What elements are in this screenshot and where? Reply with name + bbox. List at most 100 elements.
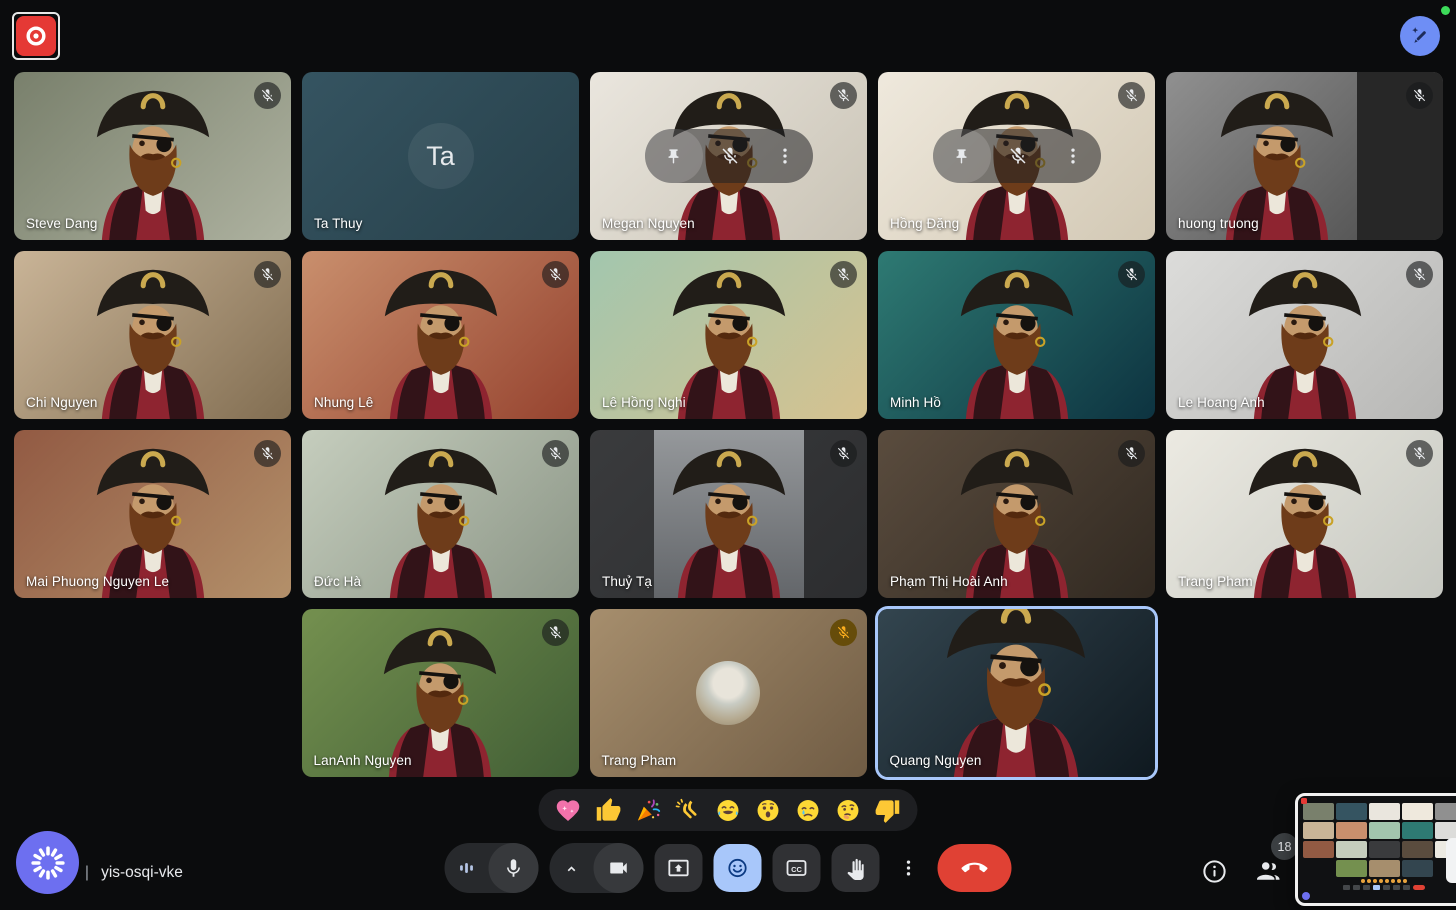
tile-c-h[interactable]: Đức Hà — [302, 430, 579, 598]
mini-tile — [1336, 803, 1367, 820]
starburst-icon — [31, 846, 65, 880]
reaction-clapping-hands[interactable] — [675, 797, 702, 824]
participant-name: Quang Nguyen — [890, 753, 982, 768]
tile-h-ng-ng[interactable]: Hồng Đặng — [878, 72, 1155, 240]
mini-tile — [1402, 803, 1433, 820]
mini-tile — [1336, 822, 1367, 839]
tile-ph-m-th-ho-i-anh[interactable]: Phạm Thị Hoài Anh — [878, 430, 1155, 598]
tile-hover-controls — [933, 129, 1101, 183]
record-icon — [16, 16, 56, 56]
mic-off-icon — [1124, 88, 1139, 103]
meeting-details-button[interactable] — [1201, 858, 1228, 885]
control-pill — [445, 843, 539, 893]
mini-grid-row — [1303, 860, 1456, 877]
mic-off-indicator — [254, 440, 281, 467]
reaction-surprised[interactable] — [755, 797, 782, 824]
participant-name: Thuỷ Tạ — [602, 574, 652, 589]
mic-icon — [503, 857, 525, 879]
videocam-icon — [608, 857, 630, 879]
tile-chi-nguyen[interactable]: Chi Nguyen — [14, 251, 291, 419]
pin-participant-button[interactable] — [645, 129, 703, 183]
tile-nhung-l[interactable]: Nhung Lê — [302, 251, 579, 419]
mini-control-dot — [1343, 885, 1350, 890]
people-icon — [1252, 856, 1282, 886]
info-icon — [1201, 858, 1228, 885]
pirate-avatar — [79, 81, 226, 240]
pin-participant-button[interactable] — [933, 129, 991, 183]
mini-tile — [1369, 803, 1400, 820]
camera-options-chevron[interactable] — [550, 843, 594, 893]
participant-name: Lê Hồng Nghi — [602, 395, 686, 410]
mic-button[interactable] — [489, 843, 539, 893]
mini-tile — [1336, 841, 1367, 858]
reaction-thinking[interactable] — [835, 797, 862, 824]
reaction-thumbs-up[interactable] — [595, 797, 622, 824]
more-options-button[interactable] — [891, 844, 927, 892]
mute-participant-button[interactable] — [703, 146, 758, 166]
mute-participant-button[interactable] — [991, 146, 1046, 166]
reaction-thumbs-down[interactable] — [875, 797, 902, 824]
mini-reaction-dot — [1379, 879, 1383, 883]
mic-off-icon — [1412, 446, 1427, 461]
tile-trang-pham[interactable]: Trang Pham — [590, 609, 867, 777]
tile-more-options-button[interactable] — [758, 146, 813, 166]
mini-reaction-dot — [1397, 879, 1401, 883]
tile-lananh-nguyen[interactable]: LanAnh Nguyen — [302, 609, 579, 777]
mini-tile — [1369, 841, 1400, 858]
mini-tile — [1402, 860, 1433, 877]
reaction-crying[interactable] — [795, 797, 822, 824]
reaction-party-popper[interactable] — [635, 797, 662, 824]
initials-avatar: Ta — [408, 123, 474, 189]
tile-more-options-button[interactable] — [1046, 146, 1101, 166]
participant-name: Nhung Lê — [314, 395, 373, 410]
profile-photo-avatar — [696, 661, 760, 725]
tile-l-h-ng-nghi[interactable]: Lê Hồng Nghi — [590, 251, 867, 419]
pirate-avatar — [926, 609, 1106, 777]
tile-quang-nguyen[interactable]: Quang Nguyen — [878, 609, 1155, 777]
mini-reaction-dot — [1385, 879, 1389, 883]
tile-steve-dang[interactable]: Steve Dang — [14, 72, 291, 240]
captions-button[interactable]: CC — [773, 844, 821, 892]
screen-preview-window[interactable] — [1295, 793, 1456, 906]
tile-le-hoang-anh[interactable]: Le Hoang Anh — [1166, 251, 1443, 419]
pirate-avatar — [655, 439, 802, 598]
tile-mai-phuong-nguyen-le[interactable]: Mai Phuong Nguyen Le — [14, 430, 291, 598]
grid-row: LanAnh Nguyen Trang Pham Quang Nguyen — [14, 609, 1442, 777]
pirate-avatar — [367, 439, 514, 598]
tile-thu-t[interactable]: Thuỷ Tạ — [590, 430, 867, 598]
pirate-avatar — [79, 260, 226, 419]
reaction-sparkling-heart[interactable] — [555, 797, 582, 824]
reactions-button[interactable] — [714, 844, 762, 892]
mini-control-dot — [1393, 885, 1400, 890]
tile-megan-nguyen[interactable]: Megan Nguyen — [590, 72, 867, 240]
participant-name: Trang Pham — [602, 753, 677, 768]
mic-off-indicator — [830, 440, 857, 467]
end-call-button[interactable] — [938, 844, 1012, 892]
tile-huong-truong[interactable]: huong truong — [1166, 72, 1443, 240]
present-button[interactable] — [655, 844, 703, 892]
mic-off-icon — [260, 446, 275, 461]
mini-control-dot — [1373, 885, 1380, 890]
tile-ta-thuy[interactable]: TaTa Thuy — [302, 72, 579, 240]
camera-button[interactable] — [594, 843, 644, 893]
screen-recorder-button[interactable] — [12, 12, 60, 60]
reaction-joy[interactable] — [715, 797, 742, 824]
chevron-up-icon — [562, 858, 582, 878]
mini-reaction-dot — [1391, 879, 1395, 883]
reactions-bar — [539, 789, 918, 831]
tile-trang-pham[interactable]: Trang Pham — [1166, 430, 1443, 598]
people-button[interactable] — [1252, 856, 1282, 886]
mini-reaction-dot — [1367, 879, 1371, 883]
meeting-code: yis-osqi-vke — [101, 864, 183, 882]
participant-name: Trang Pham — [1178, 574, 1253, 589]
recorder-spinner-button[interactable] — [16, 831, 79, 894]
mic-off-icon — [548, 267, 563, 282]
tile-minh-h[interactable]: Minh Hồ — [878, 251, 1155, 419]
mini-grid-row — [1303, 841, 1456, 858]
mic-off-icon — [260, 267, 275, 282]
raise-hand-button[interactable] — [832, 844, 880, 892]
grid-row: Steve DangTaTa ThuyMegan NguyenHồng Đặng… — [14, 72, 1442, 240]
magic-pen-button[interactable] — [1400, 16, 1440, 56]
audio-activity-indicator — [445, 843, 489, 893]
mic-off-indicator — [1406, 440, 1433, 467]
